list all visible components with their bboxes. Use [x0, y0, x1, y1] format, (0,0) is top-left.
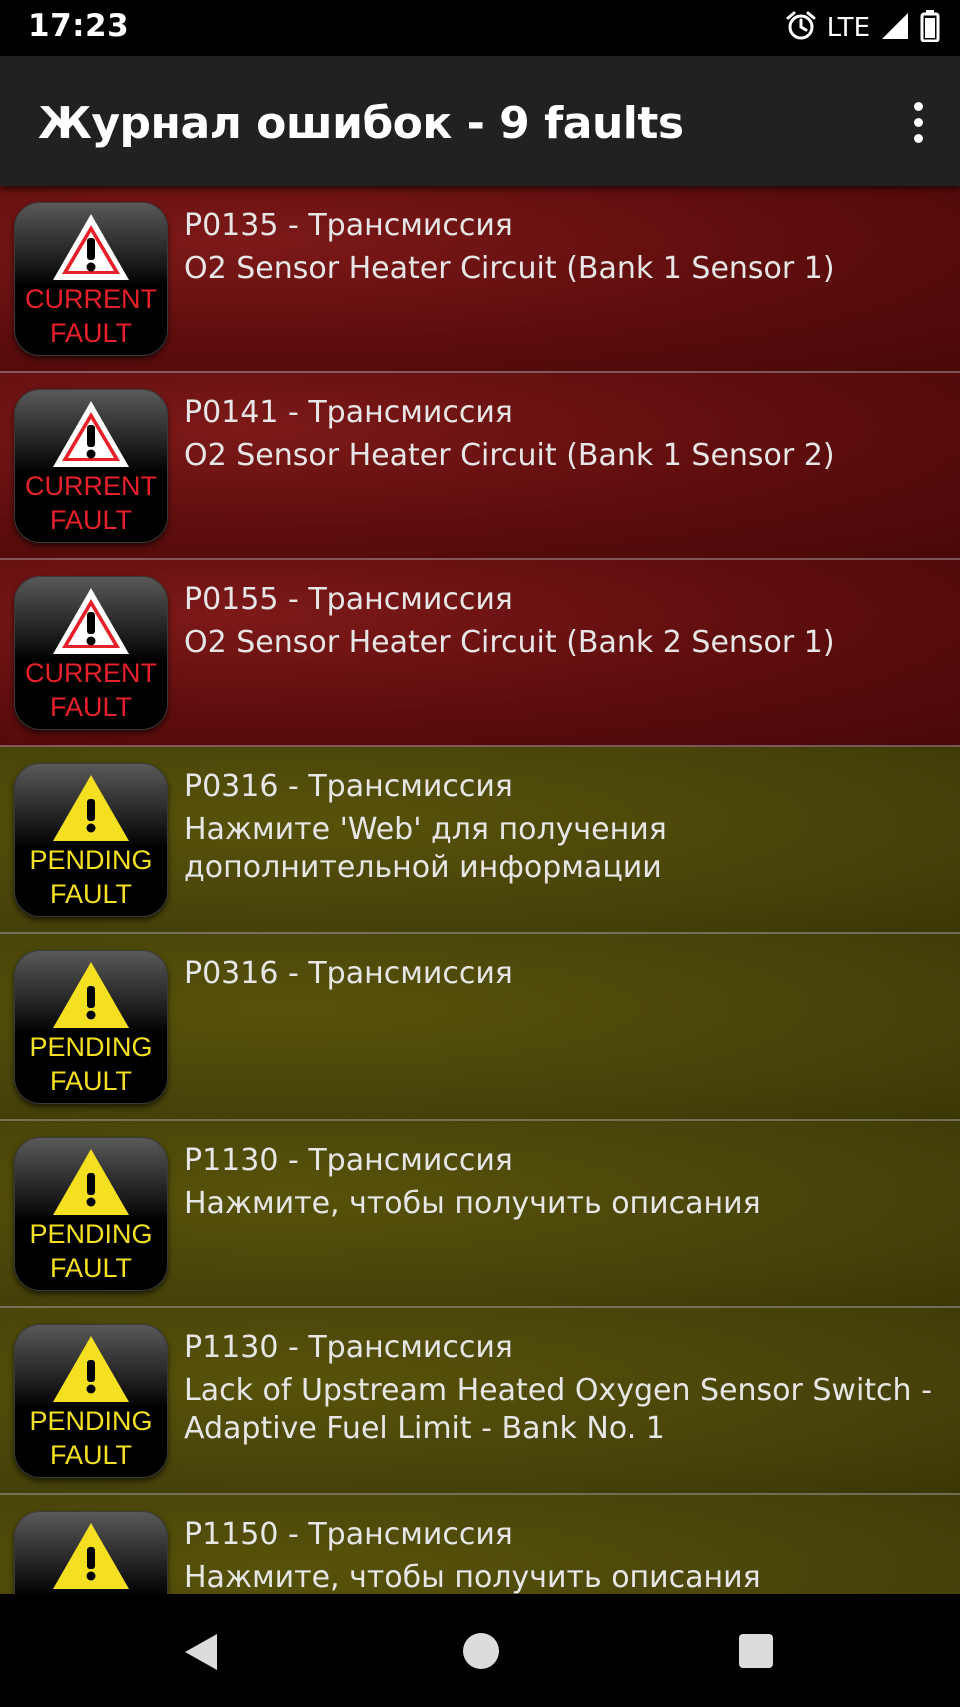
badge-status-label: PENDING [29, 1219, 153, 1249]
badge-fault-label: FAULT [49, 692, 132, 722]
back-icon[interactable] [183, 1632, 219, 1677]
fault-badge: CURRENT FAULT [14, 389, 168, 543]
fault-description: Нажмите 'Web' для получения дополнительн… [184, 812, 667, 885]
fault-row[interactable]: CURRENT FAULT P0141 - Трансмиссия O2 Sensor… [0, 373, 960, 560]
fault-badge: PENDING FAULT [14, 950, 168, 1104]
fault-code: P0155 - Трансмиссия [184, 582, 513, 617]
badge-fault-label: FAULT [49, 1253, 132, 1283]
fault-code: P0316 - Трансмиссия [184, 769, 513, 804]
badge-status-label: CURRENT [25, 284, 157, 314]
fault-badge: PENDING FAULT [14, 1137, 168, 1291]
page-title: Журнал ошибок - 9 faults [38, 98, 684, 149]
fault-description: Нажмите, чтобы получить описания [184, 1560, 761, 1594]
badge-status-label: PENDING [29, 845, 153, 875]
battery-icon [920, 9, 940, 47]
alarm-icon [785, 10, 817, 47]
fault-row[interactable]: PENDING FAULT P1130 - Трансмиссия Lack of U… [0, 1308, 960, 1495]
fault-code: P1130 - Трансмиссия [184, 1330, 513, 1365]
fault-badge: PENDING FAULT [14, 1324, 168, 1478]
fault-row[interactable]: PENDING FAULT P1130 - Трансмиссия Нажмите, … [0, 1121, 960, 1308]
fault-badge: CURRENT FAULT [14, 576, 168, 730]
fault-badge: PENDING FAULT [14, 763, 168, 917]
fault-code: P1150 - Трансмиссия [184, 1517, 513, 1552]
fault-description: Нажмите, чтобы получить описания [184, 1186, 761, 1221]
fault-code: P0316 - Трансмиссия [184, 956, 513, 991]
fault-badge: PENDINGFAULT [14, 1511, 168, 1594]
fault-code: P0135 - Трансмиссия [184, 208, 513, 243]
fault-description: O2 Sensor Heater Circuit (Bank 2 Sensor … [184, 625, 835, 660]
fault-code: P0141 - Трансмиссия [184, 395, 513, 430]
warning-icon [53, 775, 129, 841]
network-type: LTE [826, 13, 870, 43]
warning-icon [53, 1523, 129, 1589]
fault-row[interactable]: PENDINGFAULT P1150 - Трансмиссия Нажмите, … [0, 1495, 960, 1594]
badge-fault-label: FAULT [49, 318, 132, 348]
badge-fault-label: FAULT [49, 1440, 132, 1470]
badge-fault-label: FAULT [49, 1066, 132, 1096]
warning-icon [53, 962, 129, 1028]
badge-status-label: PENDING [29, 1406, 153, 1436]
badge-status-label: PENDING [29, 1032, 153, 1062]
warning-icon [53, 588, 129, 654]
fault-list[interactable]: CURRENT FAULT P0135 - Трансмиссия O2 Sensor… [0, 186, 960, 1594]
fault-code: P1130 - Трансмиссия [184, 1143, 513, 1178]
fault-row[interactable]: PENDING FAULT P0316 - Трансмиссия [0, 934, 960, 1121]
navigation-bar [0, 1594, 960, 1707]
warning-icon [53, 401, 129, 467]
status-bar: 17:23 LTE [0, 0, 960, 56]
overflow-menu-icon[interactable] [898, 96, 938, 148]
status-icons: LTE [785, 9, 940, 47]
warning-icon [53, 1336, 129, 1402]
fault-description: O2 Sensor Heater Circuit (Bank 1 Sensor … [184, 251, 835, 286]
home-icon[interactable] [463, 1633, 499, 1669]
badge-fault-label: FAULT [49, 879, 132, 909]
fault-row[interactable]: PENDING FAULT P0316 - Трансмиссия Нажмите '… [0, 747, 960, 934]
fault-description: Lack of Upstream Heated Oxygen Sensor Sw… [184, 1373, 932, 1446]
signal-icon [880, 11, 910, 46]
recents-icon[interactable] [739, 1634, 773, 1668]
fault-row[interactable]: CURRENT FAULT P0155 - Трансмиссия O2 Sensor… [0, 560, 960, 747]
badge-status-label: CURRENT [25, 471, 157, 501]
app-bar: Журнал ошибок - 9 faults [0, 56, 960, 186]
warning-icon [53, 214, 129, 280]
badge-fault-label: FAULT [49, 505, 132, 535]
fault-row[interactable]: CURRENT FAULT P0135 - Трансмиссия O2 Sensor… [0, 186, 960, 373]
fault-description: O2 Sensor Heater Circuit (Bank 1 Sensor … [184, 438, 835, 473]
warning-icon [53, 1149, 129, 1215]
badge-status-label: CURRENT [25, 658, 157, 688]
fault-badge: CURRENT FAULT [14, 202, 168, 356]
status-time: 17:23 [28, 8, 130, 44]
